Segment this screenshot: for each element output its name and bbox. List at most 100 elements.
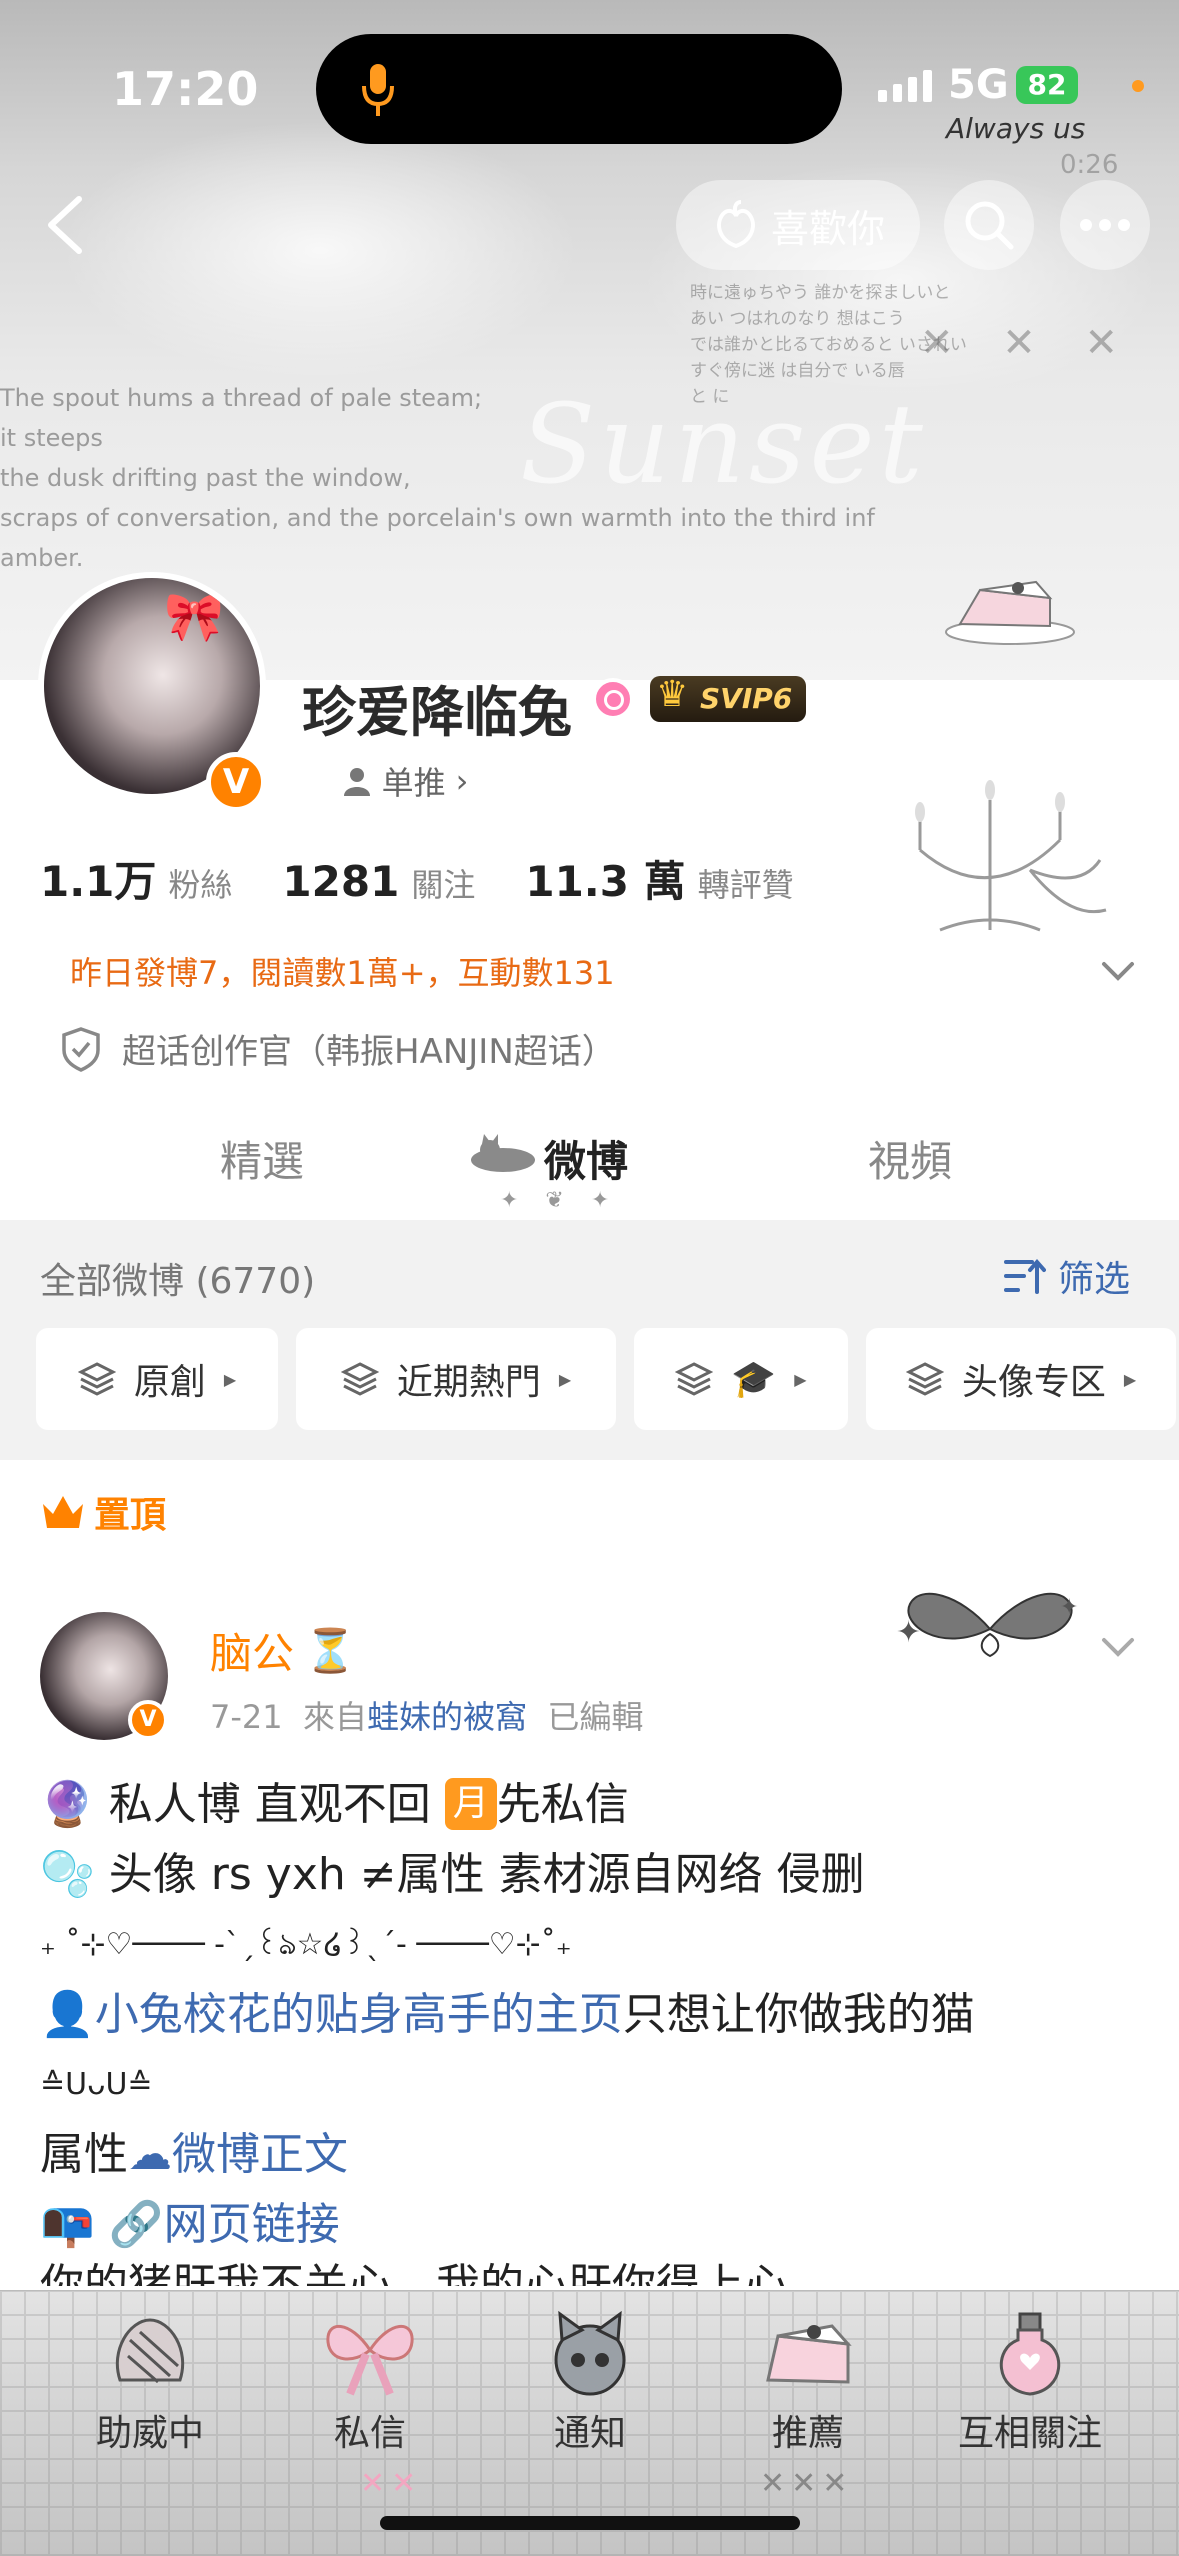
- bow-icon: 🎀: [164, 589, 224, 645]
- back-arrow-icon: [48, 196, 82, 254]
- post-line: ≙ᑌᴗᑌ≙: [40, 2067, 153, 2102]
- post-line: ₊ ˚⊹♡──── -ˋˏ꒰ঌ☆໒꒱ˎˊ- ────♡⊹˚₊: [40, 1927, 572, 1962]
- chevron-down-icon[interactable]: [1098, 1626, 1138, 1666]
- pinned-label: 置頂: [40, 1486, 166, 1538]
- chip-recent-hot[interactable]: 近期熱門 ▶: [296, 1328, 616, 1430]
- svg-text:✦: ✦: [896, 1615, 921, 1650]
- tab-ornament: ✦ ❦ ✦: [500, 1188, 620, 1213]
- more-icon: [1080, 219, 1130, 231]
- cat-icon: [554, 2310, 626, 2396]
- layers-icon: [905, 1362, 944, 1396]
- post-line-cut: 你的猪肝我不关心，我的心肝你得上心: [40, 2260, 788, 2286]
- back-button[interactable]: [30, 190, 100, 260]
- filter-button[interactable]: 筛选: [1004, 1250, 1130, 1302]
- svip-badge[interactable]: ♛ SVIP6: [650, 674, 807, 722]
- search-button[interactable]: [944, 180, 1034, 270]
- more-button[interactable]: [1060, 180, 1150, 270]
- post-count: 全部微博 (6770): [40, 1261, 316, 1302]
- like-you-button[interactable]: 喜歡你: [676, 180, 920, 270]
- svg-text:✦: ✦: [1060, 1595, 1078, 1620]
- filter-icon: [1004, 1258, 1046, 1294]
- cover-poem: The spout hums a thread of pale steam; i…: [0, 384, 875, 572]
- category-chips: 原創 ▶ 近期熱門 ▶ 🎓 ▶ 头像专区 ▶: [36, 1328, 1176, 1430]
- fan-tag-button[interactable]: 单推 ›: [302, 752, 508, 810]
- decor-marks: ✕✕✕: [760, 2466, 854, 2501]
- dynamic-island: [316, 34, 842, 144]
- stat-reposts-likes[interactable]: 11.3 萬轉評贊: [525, 848, 793, 909]
- status-time: 17:20: [112, 62, 259, 116]
- signal-icon: [878, 70, 932, 102]
- stat-following[interactable]: 1281 關注: [282, 857, 475, 906]
- like-you-label: 喜歡你: [770, 206, 885, 251]
- profile-name: 珍爱降临兔: [302, 681, 572, 744]
- caret-right-icon: ▶: [223, 1369, 237, 1389]
- shield-icon: [62, 1026, 100, 1072]
- activity-summary[interactable]: 昨日發博7，閱讀數1萬+，互動數131: [40, 940, 1140, 1002]
- person-outline-icon: 👤: [40, 1989, 95, 2040]
- post-author[interactable]: 脑公 ⏳: [210, 1620, 356, 1681]
- network-type: 5G: [948, 62, 1009, 108]
- bow-sticker-icon: ✦ ✦: [896, 1592, 1078, 1658]
- privacy-dot: [1132, 80, 1144, 92]
- peach-icon: [717, 200, 755, 249]
- candle-icon: [115, 2318, 185, 2384]
- fan-tag-label: 单推: [381, 764, 446, 802]
- mailbox-icon: 📭: [40, 2199, 95, 2250]
- cover-glow: [60, 120, 580, 380]
- graduation-cap-icon: 🎓: [731, 1359, 777, 1400]
- caret-right-icon: ▶: [794, 1369, 807, 1389]
- microphone-icon: [362, 64, 394, 116]
- potion-icon: [999, 2312, 1061, 2396]
- post-line: 📭 🔗网页链接: [40, 2190, 1140, 2260]
- cover-time-mark: 0:26: [1060, 150, 1119, 180]
- chip-avatar-zone[interactable]: 头像专区 ▶: [866, 1328, 1176, 1430]
- layers-icon: [340, 1362, 379, 1396]
- cat-icon: [471, 1134, 535, 1172]
- chaohua-creator[interactable]: 超话创作官（韩振HANJIN超话）: [60, 1024, 616, 1073]
- search-icon: [965, 201, 1014, 250]
- crown-icon: ♛: [656, 674, 689, 715]
- chevron-down-icon[interactable]: [1098, 950, 1138, 990]
- chevron-right-icon: ›: [455, 762, 469, 800]
- tab-weibo[interactable]: 微博: [544, 1128, 628, 1189]
- person-icon: [343, 768, 370, 796]
- hourglass-icon: ⏳: [304, 1625, 357, 1675]
- post-line: 🫧 头像 rs yxh ≠属性 素材源自网络 侵删: [40, 1849, 865, 1900]
- status-caption: Always us: [946, 112, 1086, 145]
- nav-recommend[interactable]: 推薦: [718, 2310, 898, 2470]
- caret-right-icon: ▶: [1123, 1369, 1137, 1389]
- crystal-ball-icon: 🔮: [40, 1779, 95, 1830]
- decor-marks: ✕✕: [360, 2466, 423, 2501]
- post-line: 🔮 私人博 直观不回 月先私信: [40, 1778, 629, 1830]
- caret-right-icon: ▶: [558, 1369, 572, 1389]
- user-link[interactable]: 👤小兔校花的贴身高手的主页: [40, 1989, 623, 2040]
- chip-original[interactable]: 原創 ▶: [36, 1328, 278, 1430]
- post-content: 🔮 私人博 直观不回 月先私信 🫧 头像 rs yxh ≠属性 素材源自网络 侵…: [40, 1770, 1140, 2260]
- verified-badge: V: [206, 752, 266, 812]
- nav-cheer[interactable]: 助威中: [60, 2310, 240, 2470]
- month-tag: 月: [444, 1778, 497, 1830]
- cake-sticker-icon: [945, 580, 1075, 645]
- nav-messages[interactable]: 私信: [280, 2310, 460, 2470]
- bubbles-icon: 🫧: [40, 1849, 95, 1900]
- battery-icon: 82: [1016, 66, 1078, 104]
- bow-icon: [326, 2325, 414, 2396]
- nav-mutual-follow[interactable]: 互相關注: [940, 2310, 1120, 2470]
- post-line: 👤小兔校花的贴身高手的主页只想让你做我的猫: [40, 1989, 975, 2040]
- tab-featured[interactable]: 精選: [220, 1128, 304, 1189]
- chaohua-label: 超话创作官（韩振HANJIN超话）: [122, 1032, 616, 1072]
- profile-stats: 1.1万 粉絲 1281 關注 11.3 萬轉評贊: [40, 848, 844, 909]
- nav-notifications[interactable]: 通知: [500, 2310, 680, 2470]
- layers-icon: [675, 1362, 714, 1396]
- cake-icon: [766, 2324, 852, 2384]
- post-meta: 7-21 來自蛙妹的被窩 已編輯: [210, 1698, 644, 1736]
- post-source-link[interactable]: 蛙妹的被窩: [367, 1698, 527, 1736]
- weibo-text-link[interactable]: ☁微博正文: [128, 2129, 348, 2180]
- candelabra-sticker-icon: [915, 780, 1107, 932]
- web-link[interactable]: 🔗网页链接: [109, 2199, 340, 2250]
- link-icon: 🔗: [108, 2199, 164, 2250]
- tab-videos[interactable]: 視頻: [868, 1128, 952, 1189]
- stat-followers[interactable]: 1.1万 粉絲: [40, 848, 232, 909]
- home-indicator[interactable]: [380, 2516, 800, 2530]
- chip-graduation[interactable]: 🎓 ▶: [634, 1328, 848, 1430]
